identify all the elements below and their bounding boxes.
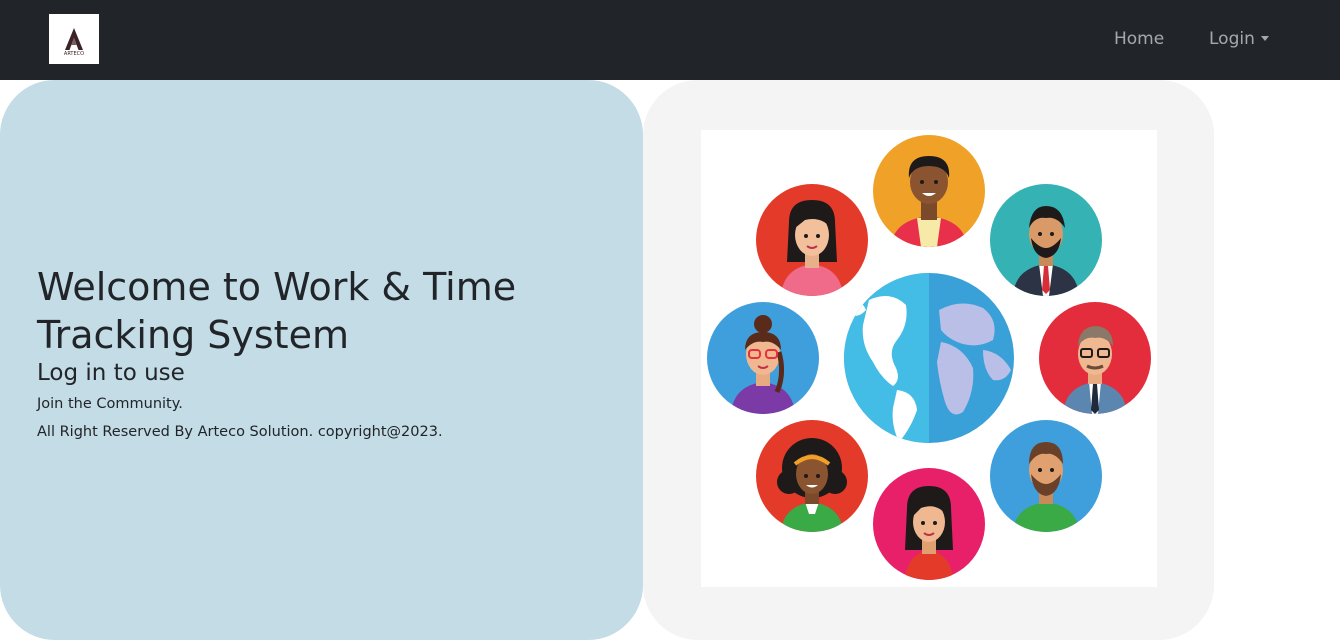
login-prompt: Log in to use <box>37 360 185 386</box>
caret-down-icon <box>1260 36 1269 41</box>
top-navbar: ARTECO Home Login <box>0 0 1340 80</box>
avatar-icon <box>873 135 985 247</box>
avatar-icon <box>756 420 868 532</box>
nav-login-label: Login <box>1209 29 1255 49</box>
globe-icon <box>844 273 1014 443</box>
community-tagline: Join the Community. <box>37 396 183 412</box>
avatar-icon <box>990 420 1102 532</box>
avatar-icon <box>707 302 819 414</box>
avatar-icon <box>1039 302 1151 414</box>
avatar-icon <box>990 184 1102 296</box>
arteco-logo-icon: ARTECO <box>64 28 84 57</box>
copyright-text: All Right Reserved By Arteco Solution. c… <box>37 424 443 440</box>
nav-login-dropdown[interactable]: Login <box>1209 28 1269 50</box>
avatar-icon <box>756 184 868 296</box>
nav-home-label: Home <box>1114 29 1165 49</box>
community-illustration <box>701 130 1157 587</box>
global-community-image <box>707 135 1151 580</box>
nav-home-link[interactable]: Home <box>1114 28 1164 50</box>
logo-wordmark: ARTECO <box>64 51 84 57</box>
brand-logo[interactable]: ARTECO <box>49 14 99 64</box>
avatar-icon <box>873 468 985 580</box>
page-title: Welcome to Work & Time Tracking System <box>37 265 517 357</box>
